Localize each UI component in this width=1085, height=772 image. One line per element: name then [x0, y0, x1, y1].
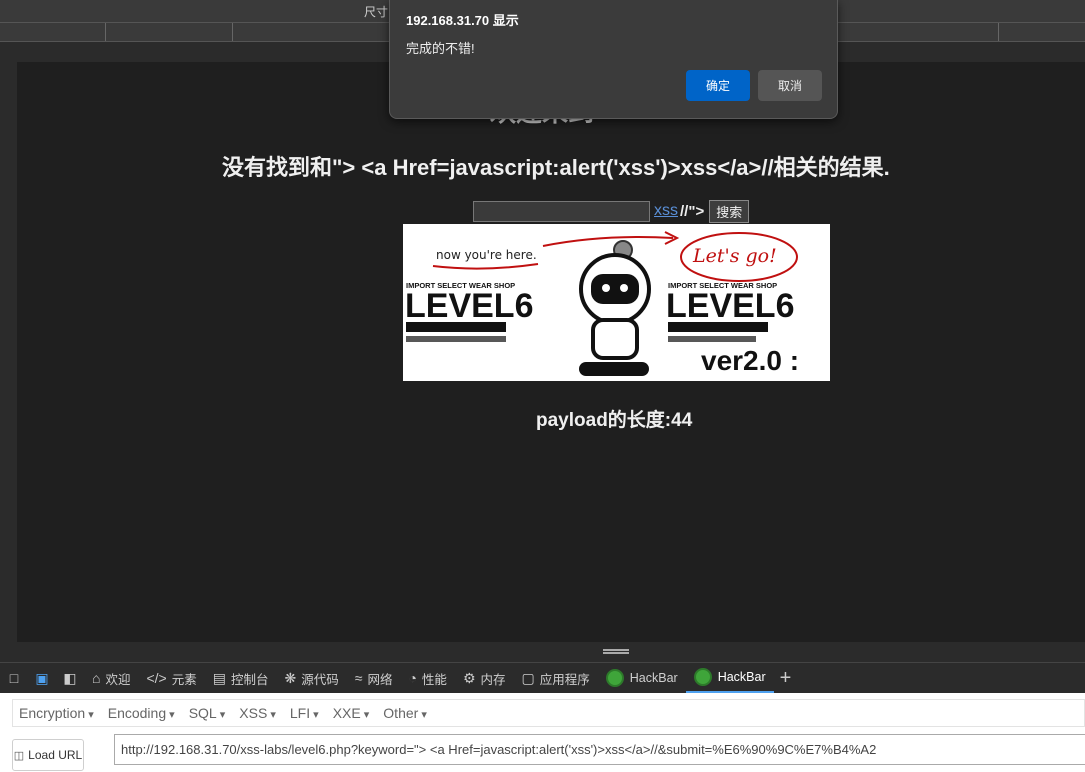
- level6-banner-image: now you're here. Let's go! IMPORT SELECT…: [403, 224, 830, 381]
- banner-level-left: LEVEL6: [405, 287, 533, 325]
- code-icon: </>: [146, 670, 167, 686]
- dialog-origin: 192.168.31.70 显示: [406, 13, 519, 28]
- alert-dialog: 192.168.31.70 显示 完成的不错! 确定 取消: [389, 0, 838, 119]
- ruler-tick: [232, 23, 233, 41]
- size-label: 尺寸: [364, 5, 389, 19]
- hackbar-panel: Encryption Encoding SQL XSS LFI XXE Othe…: [0, 693, 1085, 772]
- tab-welcome[interactable]: ⌂ 欢迎: [84, 663, 138, 693]
- url-input[interactable]: http://192.168.31.70/xss-labs/level6.php…: [114, 734, 1085, 765]
- inspect-icon[interactable]: □: [0, 663, 28, 693]
- tab-sources[interactable]: ❋ 源代码: [277, 663, 347, 693]
- menu-encoding[interactable]: Encoding: [108, 705, 175, 721]
- add-tab-icon[interactable]: +: [780, 667, 792, 690]
- search-form: xss //"> 搜索: [473, 199, 750, 223]
- tab-application[interactable]: ▢ 应用程序: [514, 663, 598, 693]
- tab-elements[interactable]: </> 元素: [138, 663, 204, 693]
- resize-handle[interactable]: [603, 649, 629, 654]
- hackbar-icon: [605, 669, 624, 687]
- banner-here-text: now you're here.: [436, 248, 537, 262]
- barcode-right: [668, 322, 768, 342]
- injected-tail-text: //">: [680, 202, 705, 220]
- payload-length: payload的长度:44: [536, 410, 693, 431]
- load-url-button[interactable]: ◫ Load URL: [12, 739, 84, 771]
- search-input[interactable]: [473, 200, 650, 222]
- menu-sql[interactable]: SQL: [189, 705, 226, 721]
- menu-lfi[interactable]: LFI: [290, 705, 319, 721]
- ruler-tick: [105, 23, 106, 41]
- result-message: 没有找到和"> <a Href=javascript:alert('xss')>…: [222, 155, 890, 180]
- banner-go-text: Let's go!: [692, 245, 777, 267]
- app-icon: ▢: [521, 669, 535, 686]
- menu-encryption[interactable]: Encryption: [19, 705, 94, 721]
- devtools-tab-bar: □ ▣ ◧ ⌂ 欢迎 </> 元素 ▤ 控制台 ❋ 源代码 ≈ 网络 ◔ 性能 ⚙ 内存 ▢ 应…: [0, 662, 1085, 693]
- dialog-cancel-button[interactable]: 取消: [758, 70, 822, 101]
- bug-icon: ❋: [284, 669, 297, 686]
- banner-level-right: LEVEL6: [666, 287, 794, 325]
- menu-other[interactable]: Other: [383, 705, 427, 721]
- tab-performance[interactable]: ◔ 性能: [400, 663, 454, 693]
- injected-xss-link[interactable]: xss: [654, 202, 678, 220]
- tab-console[interactable]: ▤ 控制台: [205, 663, 277, 693]
- wifi-icon: ≈: [354, 670, 363, 686]
- sidebar-toggle-icon[interactable]: ◧: [56, 663, 84, 693]
- hackbar-menu: Encryption Encoding SQL XSS LFI XXE Othe…: [12, 699, 1085, 727]
- memory-icon: ⚙: [462, 669, 476, 686]
- tab-hackbar-1[interactable]: HackBar: [598, 663, 686, 693]
- devtools-resize-strip: [0, 642, 1085, 662]
- tab-hackbar-2[interactable]: HackBar: [685, 663, 774, 693]
- search-button[interactable]: 搜索: [709, 199, 750, 223]
- home-icon: ⌂: [92, 670, 101, 686]
- load-icon: ◫: [13, 749, 25, 762]
- gauge-icon: ◔: [408, 670, 417, 686]
- level6-banner-graphic: now you're here. Let's go! IMPORT SELECT…: [405, 231, 799, 376]
- dialog-ok-button[interactable]: 确定: [686, 70, 750, 101]
- barcode-left: [406, 322, 506, 342]
- banner-version: ver2.0 :: [701, 345, 799, 376]
- ruler-tick: [998, 23, 999, 41]
- menu-xxe[interactable]: XXE: [333, 705, 370, 721]
- dialog-message: 完成的不错!: [406, 41, 475, 56]
- load-url-label: Load URL: [28, 748, 83, 762]
- menu-xss[interactable]: XSS: [239, 705, 276, 721]
- console-icon: ▤: [212, 669, 226, 686]
- hackbar-icon: [693, 668, 712, 686]
- tab-network[interactable]: ≈ 网络: [347, 663, 401, 693]
- tab-memory[interactable]: ⚙ 内存: [455, 663, 514, 693]
- robot-mascot: [579, 240, 651, 376]
- device-toolbar-icon[interactable]: ▣: [28, 663, 56, 693]
